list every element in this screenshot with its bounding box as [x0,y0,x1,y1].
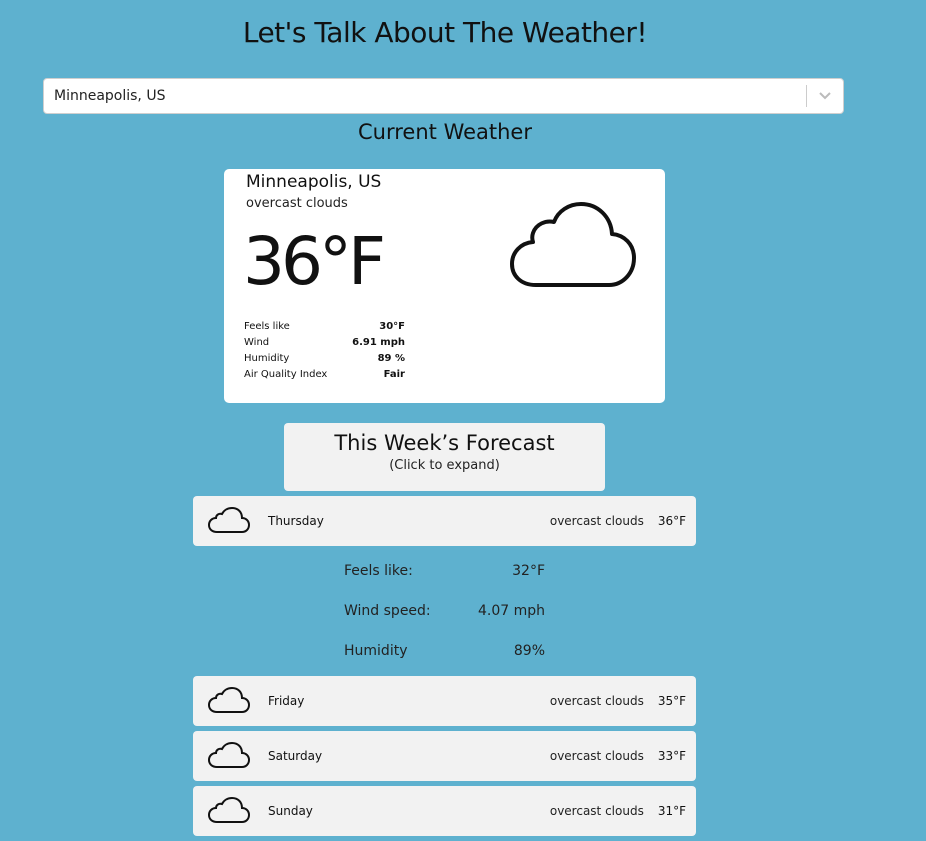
forecast-day-row[interactable]: Sunday overcast clouds 31°F [193,786,696,836]
forecast-day-row[interactable]: Saturday overcast clouds 33°F [193,731,696,781]
forecast-day-name: Thursday [268,514,324,528]
forecast-day-row[interactable]: Thursday overcast clouds 36°F [193,496,696,546]
forecast-day-temp: 35°F [657,694,686,708]
expanded-detail-row: Wind speed: 4.07 mph [344,600,545,640]
forecast-day-temp: 31°F [657,804,686,818]
expanded-detail-label: Wind speed: [344,603,431,619]
detail-row: Feels like 30°F [244,319,405,335]
detail-value: Fair [383,369,405,380]
cloud-icon [508,199,638,298]
current-weather-card: Minneapolis, US overcast clouds 36°F Fee… [224,169,665,403]
detail-label: Feels like [244,321,290,332]
cloud-icon [207,796,251,823]
detail-row: Air Quality Index Fair [244,367,405,383]
current-details: Feels like 30°F Wind 6.91 mph Humidity 8… [244,319,405,383]
detail-label: Humidity [244,353,290,364]
forecast-day-name: Friday [268,694,305,708]
detail-value: 89 % [377,353,405,364]
expanded-detail-label: Humidity [344,643,408,659]
detail-row: Wind 6.91 mph [244,335,405,351]
cloud-icon [207,741,251,768]
current-city: Minneapolis, US [246,172,382,192]
current-weather-heading: Current Weather [358,120,532,144]
forecast-day-row[interactable]: Friday overcast clouds 35°F [193,676,696,726]
cloud-icon [207,506,251,533]
expanded-detail-row: Feels like: 32°F [344,560,545,600]
detail-row: Humidity 89 % [244,351,405,367]
current-temperature: 36°F [243,223,386,300]
forecast-title: This Week’s Forecast [334,431,555,455]
forecast-day-name: Saturday [268,749,323,763]
forecast-subtitle: (Click to expand) [389,458,500,473]
city-select[interactable]: Minneapolis, US [43,78,844,114]
city-select-value[interactable]: Minneapolis, US [44,88,806,104]
forecast-toggle-button[interactable]: This Week’s Forecast (Click to expand) [284,423,605,491]
forecast-day-description: overcast clouds [549,514,644,528]
page-title: Let's Talk About The Weather! [242,16,648,49]
expanded-detail-label: Feels like: [344,563,413,579]
forecast-day-description: overcast clouds [549,749,644,763]
forecast-day-description: overcast clouds [549,694,644,708]
forecast-day-temp: 36°F [657,514,686,528]
expanded-detail-value: 4.07 mph [477,603,545,619]
expanded-detail-row: Humidity 89% [344,640,545,680]
chevron-down-icon[interactable] [807,78,843,114]
expanded-detail-value: 89% [513,643,545,659]
forecast-day-name: Sunday [268,804,313,818]
detail-value: 30°F [379,321,405,332]
expanded-detail-value: 32°F [512,563,545,579]
current-description: overcast clouds [246,196,348,211]
detail-label: Air Quality Index [244,369,328,380]
forecast-day-details: Feels like: 32°F Wind speed: 4.07 mph Hu… [344,560,545,680]
forecast-day-description: overcast clouds [549,804,644,818]
forecast-day-temp: 33°F [657,749,686,763]
detail-label: Wind [244,337,270,348]
cloud-icon [207,686,251,713]
detail-value: 6.91 mph [352,337,405,348]
